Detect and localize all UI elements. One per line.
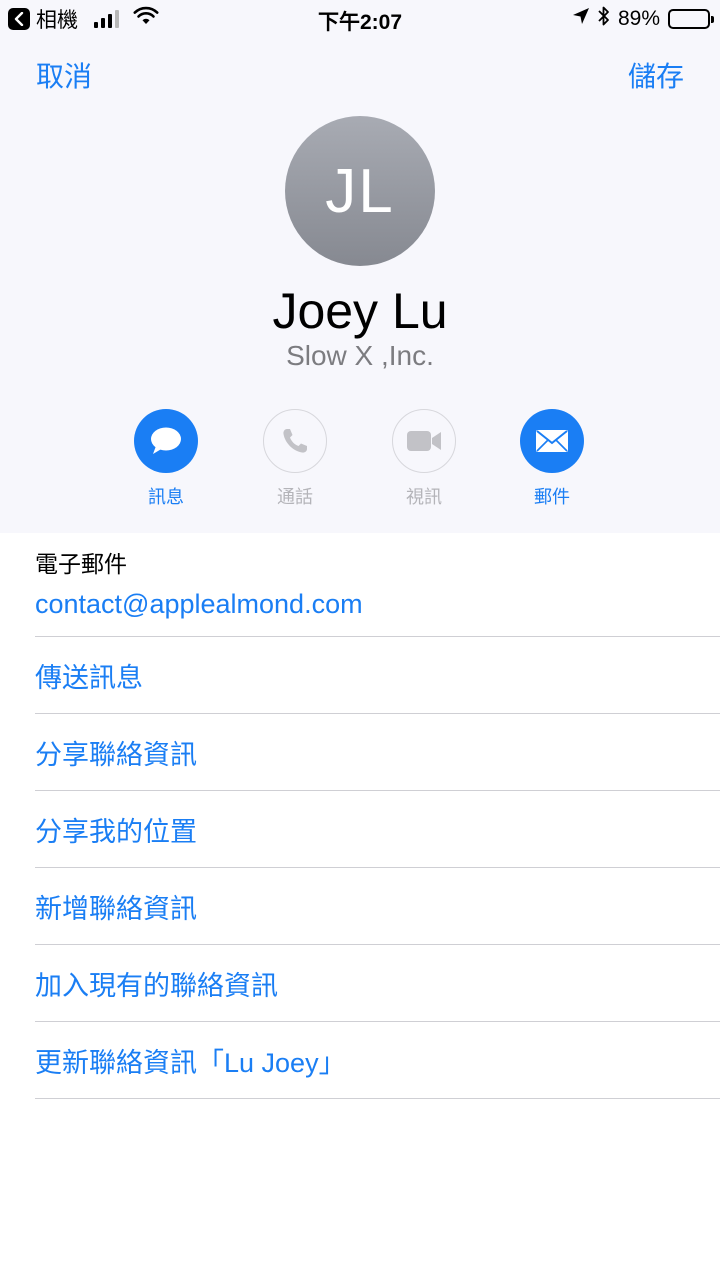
mail-action-label: 郵件	[534, 487, 570, 507]
battery-icon	[668, 9, 714, 29]
battery-percentage: 89%	[617, 7, 660, 30]
status-bar: 相機 下午2:07 89%	[0, 0, 720, 40]
company-name: Slow X ,Inc.	[286, 340, 434, 371]
call-action-button[interactable]: 通話	[230, 409, 360, 509]
cancel-button[interactable]: 取消	[36, 55, 92, 95]
message-action-button[interactable]: 訊息	[101, 409, 231, 509]
create-contact-item[interactable]: 新增聯絡資訊	[35, 868, 720, 945]
add-to-existing-contact-item[interactable]: 加入現有的聯絡資訊	[35, 945, 720, 1022]
contact-options-list: 傳送訊息 分享聯絡資訊 分享我的位置 新增聯絡資訊 加入現有的聯絡資訊 更新聯絡…	[35, 637, 720, 1099]
video-action-circle	[392, 409, 456, 473]
update-contact-item[interactable]: 更新聯絡資訊「Lu Joey」	[35, 1022, 720, 1099]
envelope-icon	[536, 430, 568, 452]
message-action-label: 訊息	[148, 487, 184, 507]
mail-action-circle	[520, 409, 584, 473]
email-label: 電子郵件	[35, 551, 127, 577]
phone-icon	[283, 429, 307, 453]
save-button[interactable]: 儲存	[628, 55, 684, 95]
email-value[interactable]: contact@applealmond.com	[35, 589, 720, 620]
email-row[interactable]: 電子郵件 contact@applealmond.com	[35, 545, 720, 637]
contact-name: Joey Lu	[272, 283, 448, 339]
avatar-initials: JL	[325, 156, 395, 226]
video-action-button[interactable]: 視訊	[359, 409, 489, 509]
share-location-item[interactable]: 分享我的位置	[35, 791, 720, 868]
call-action-circle	[263, 409, 327, 473]
send-message-item[interactable]: 傳送訊息	[35, 637, 720, 714]
bluetooth-icon	[598, 6, 610, 32]
video-camera-icon	[407, 431, 441, 451]
mail-action-button[interactable]: 郵件	[487, 409, 617, 509]
share-contact-item[interactable]: 分享聯絡資訊	[35, 714, 720, 791]
location-arrow-icon	[572, 7, 590, 31]
message-action-circle	[134, 409, 198, 473]
message-bubble-icon	[151, 427, 181, 454]
avatar[interactable]: JL	[285, 116, 435, 266]
contact-card-screen: 相機 下午2:07 89% 取消 儲存 JL Joey Lu Slow X ,I…	[0, 0, 720, 1280]
video-action-label: 視訊	[406, 487, 442, 507]
status-right: 89%	[572, 6, 714, 32]
call-action-label: 通話	[277, 487, 313, 507]
